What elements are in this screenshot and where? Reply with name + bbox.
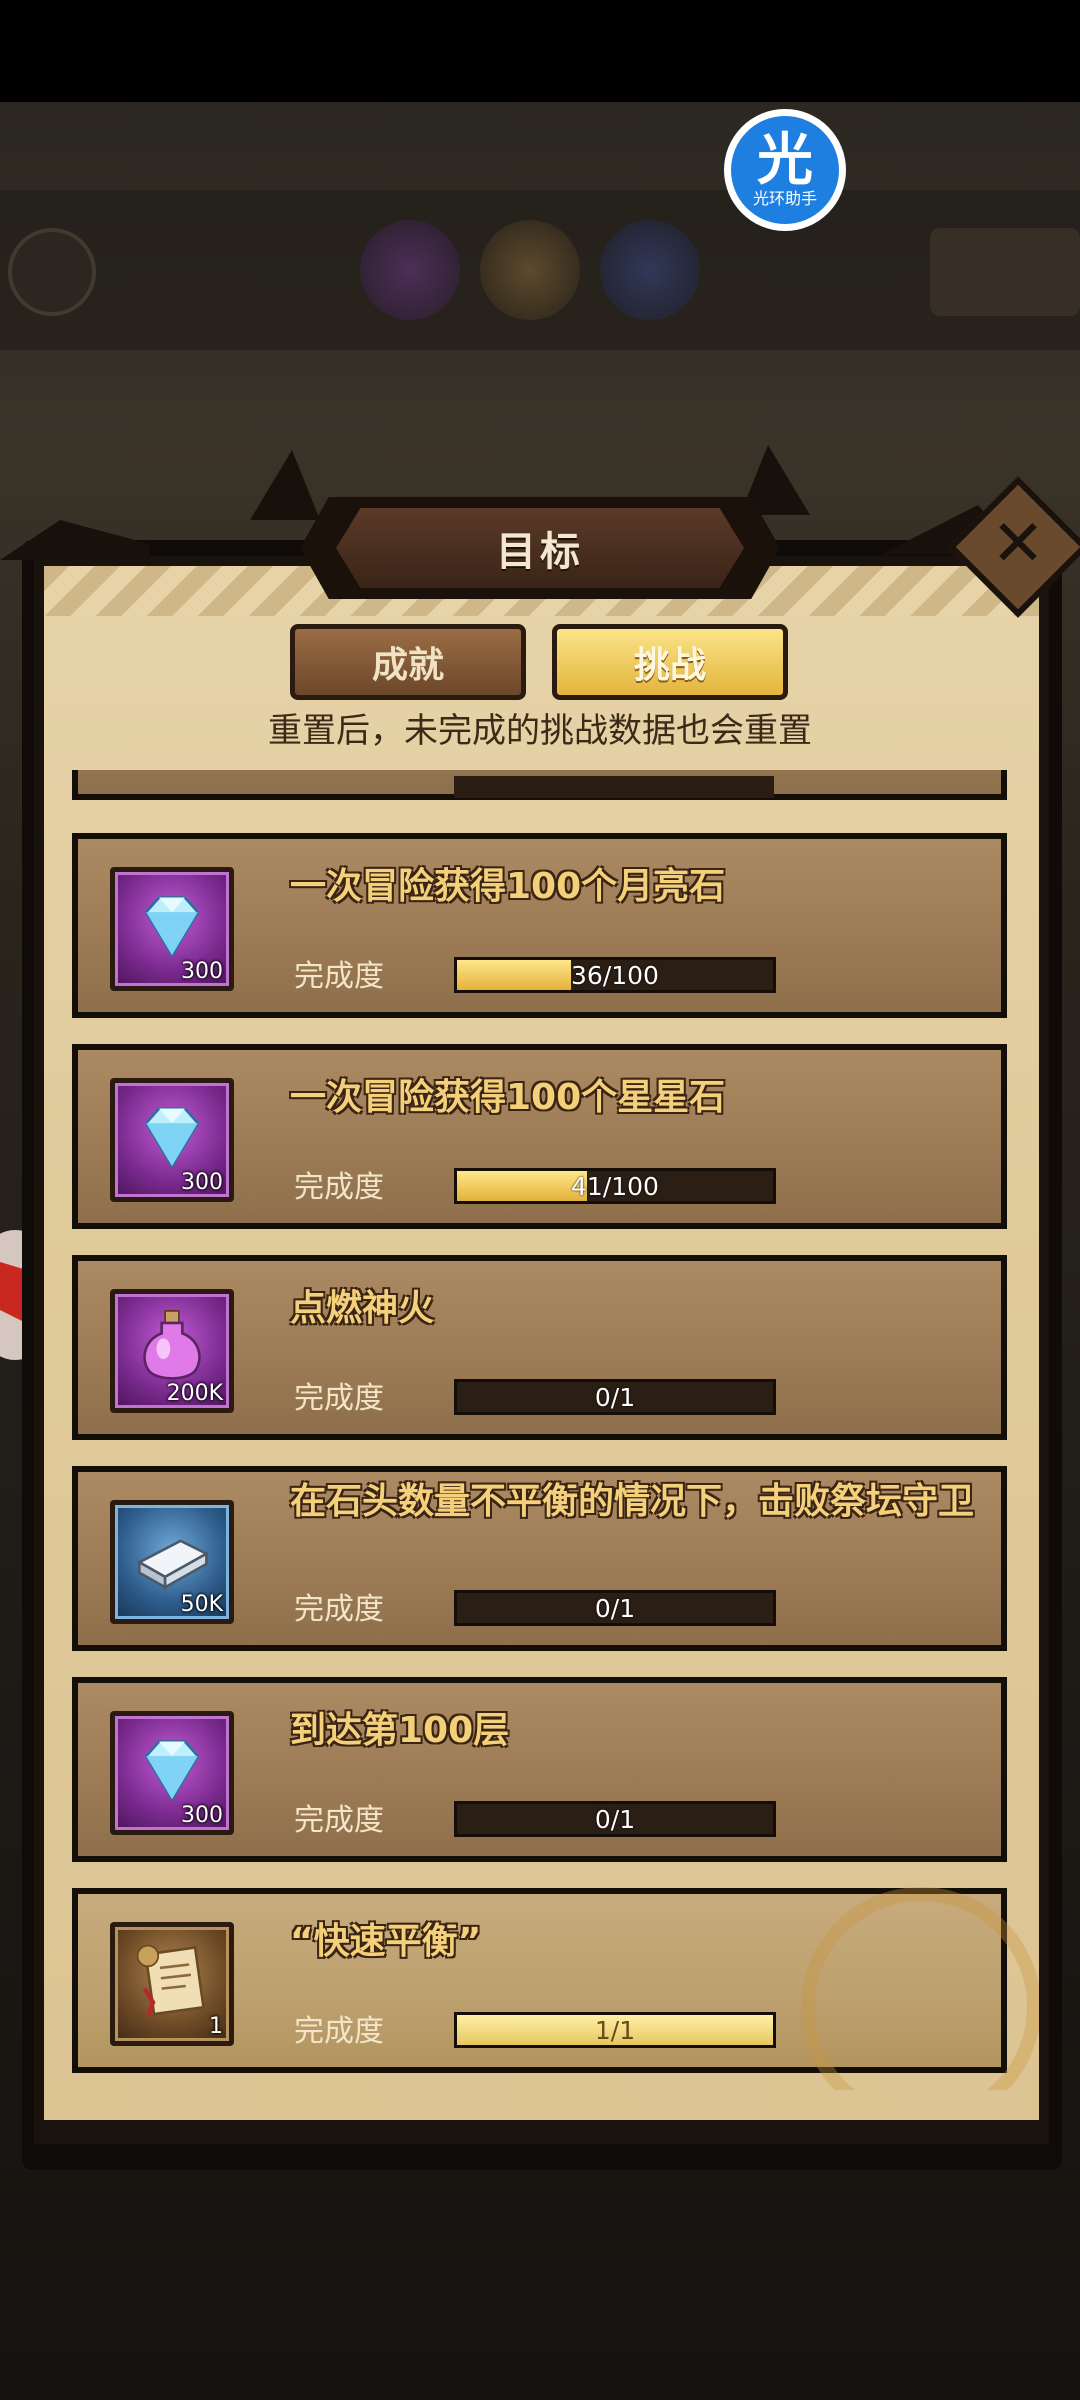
progress-bar: 36/100: [454, 957, 776, 993]
background-help-button: [8, 228, 96, 316]
progress-label: 完成度: [294, 1803, 384, 1838]
challenge-title: 点燃神火: [290, 1288, 435, 1329]
diamond-icon: [144, 1740, 200, 1802]
reward-quantity: 200K: [166, 1381, 223, 1406]
diamond-icon: [144, 896, 200, 958]
background-gem-icon: [360, 220, 460, 320]
progress-label: 完成度: [294, 2014, 384, 2049]
scroll-icon: [136, 1944, 205, 2017]
progress-text: 36/100: [571, 960, 659, 990]
challenge-item[interactable]: 300 一次冒险获得100个月亮石 完成度 36/100: [72, 833, 1007, 1018]
progress-text: 41/100: [571, 1171, 659, 1201]
challenge-title: 在石头数量不平衡的情况下，击败祭坛守卫: [290, 1481, 975, 1522]
reward-quantity: 300: [181, 959, 223, 984]
list-item-partial: [72, 770, 1007, 800]
reset-notice: 重置后，未完成的挑战数据也会重置: [268, 711, 812, 751]
diamond-icon: [144, 1107, 200, 1169]
reward-slot[interactable]: 300: [110, 1078, 234, 1202]
challenge-item[interactable]: 300 一次冒险获得100个星星石 完成度 41/100: [72, 1044, 1007, 1229]
progress-bar: 0/1: [454, 1590, 776, 1626]
tab-achievements[interactable]: 成就: [290, 624, 526, 700]
progress-label: 完成度: [294, 1170, 384, 1205]
challenge-item[interactable]: 300 到达第100层 完成度 0/1: [72, 1677, 1007, 1862]
progress-bar: 1/1: [454, 2012, 776, 2048]
completed-emblem-icon: [801, 1887, 1039, 2090]
reward-quantity: 300: [181, 1803, 223, 1828]
progress-bar: 41/100: [454, 1168, 776, 1204]
challenge-list[interactable]: 300 一次冒险获得100个月亮石 完成度 36/100 300 一次冒险获得1…: [44, 770, 1039, 2090]
dialog-bottom-border: [34, 2120, 1049, 2144]
progress-bar: 0/1: [454, 1379, 776, 1415]
helper-logo-glyph: 光: [757, 128, 813, 193]
progress-text: 0/1: [594, 1804, 636, 1834]
reward-slot[interactable]: 50K: [110, 1500, 234, 1624]
progress-label: 完成度: [294, 1381, 384, 1416]
progress-bar: [454, 776, 774, 798]
helper-label: 光环助手: [752, 189, 817, 208]
progress-label: 完成度: [294, 1592, 384, 1627]
helper-badge-inner: 光 光环助手: [731, 116, 839, 224]
background-info-pill: [760, 385, 960, 435]
reward-quantity: 50K: [180, 1592, 223, 1617]
background-menu-button: [930, 228, 1080, 316]
background-gem-icon: [480, 220, 580, 320]
challenge-item[interactable]: 200K 点燃神火 完成度 0/1: [72, 1255, 1007, 1440]
potion-icon: [143, 1310, 201, 1380]
close-icon[interactable]: ✕: [968, 494, 1068, 594]
book-icon: [136, 1539, 210, 1590]
progress-label: 完成度: [294, 959, 384, 994]
tab-challenges[interactable]: 挑战: [552, 624, 788, 700]
dialog-title: 目标: [496, 529, 584, 575]
reward-quantity: 300: [181, 1170, 223, 1195]
reward-slot[interactable]: 300: [110, 1711, 234, 1835]
progress-text: 0/1: [594, 1593, 636, 1623]
helper-floating-button[interactable]: 光 光环助手: [724, 109, 846, 231]
reward-quantity: 1: [209, 2014, 223, 2039]
progress-text: 1/1: [594, 2015, 636, 2045]
progress-text: 0/1: [594, 1382, 636, 1412]
challenge-title: 一次冒险获得100个月亮石: [290, 866, 726, 907]
challenge-title: “快速平衡”: [290, 1921, 482, 1962]
challenge-item[interactable]: 50K 在石头数量不平衡的情况下，击败祭坛守卫 完成度 0/1: [72, 1466, 1007, 1651]
reward-slot[interactable]: 1: [110, 1922, 234, 2046]
title-plate: 目标: [336, 508, 744, 588]
challenge-item-completed[interactable]: 1 “快速平衡” 完成度 1/1: [72, 1887, 1039, 2090]
background-gem-icon: [600, 220, 700, 320]
challenge-title: 到达第100层: [290, 1710, 510, 1751]
reward-slot[interactable]: 200K: [110, 1289, 234, 1413]
reward-slot[interactable]: 300: [110, 867, 234, 991]
challenge-title: 一次冒险获得100个星星石: [290, 1077, 726, 1118]
status-bar: [0, 0, 1080, 102]
progress-bar: 0/1: [454, 1801, 776, 1837]
